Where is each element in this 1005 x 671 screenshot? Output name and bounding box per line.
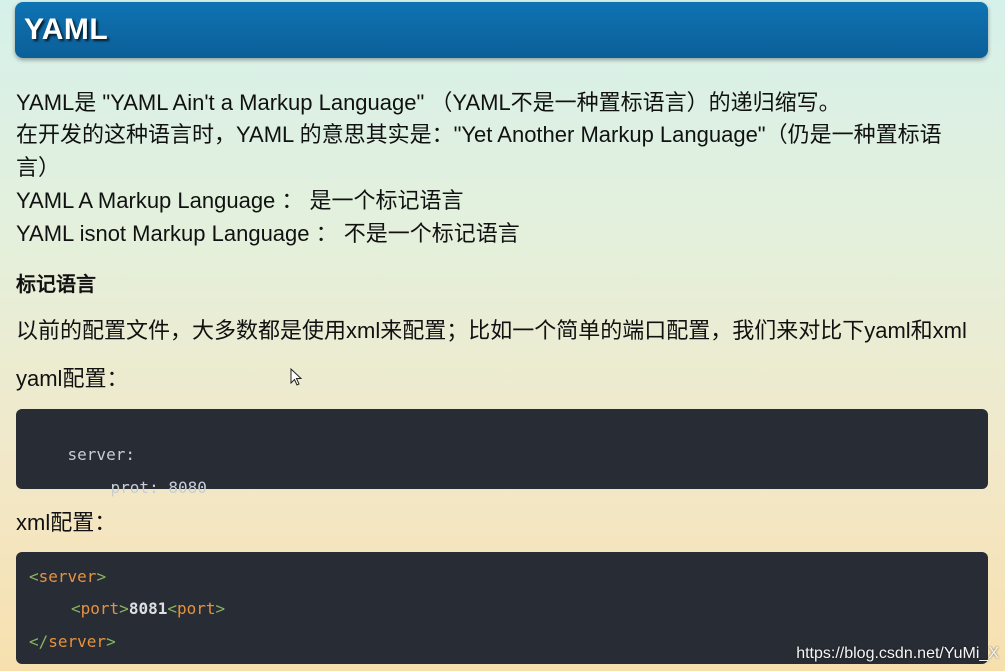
yaml-label: yaml配置： bbox=[16, 366, 129, 391]
yaml-value-port: 8080 bbox=[168, 478, 207, 497]
text-line-4: YAML A Markup Language ： 是一个标记语言 bbox=[16, 188, 464, 213]
xml-bracket: < bbox=[71, 599, 81, 618]
intro-text: 以前的配置文件，大多数都是使用xml来配置；比如一个简单的端口配置，我们来对比下… bbox=[16, 318, 967, 343]
xml-code-line-2: <port>8081<port> bbox=[71, 598, 225, 620]
slide-title: YAML bbox=[24, 13, 109, 46]
xml-tag-server-close: server bbox=[48, 632, 107, 651]
xml-tag-port-close: port bbox=[176, 599, 216, 618]
yaml-key-prot: prot: bbox=[110, 478, 159, 497]
xml-bracket: </ bbox=[29, 632, 49, 651]
xml-bracket: < bbox=[167, 599, 177, 618]
text-line-1: YAML是 "YAML Ain't a Markup Language" （YA… bbox=[16, 90, 841, 115]
section-heading: 标记语言 bbox=[16, 274, 96, 296]
text-line-5: YAML isnot Markup Language ： 不是一个标记语言 bbox=[16, 221, 520, 246]
xml-bracket: < bbox=[29, 567, 39, 586]
xml-code-line-1: <server> bbox=[29, 566, 106, 588]
xml-port-value: 8081 bbox=[128, 599, 168, 618]
yaml-code-block: server: prot: 8080 bbox=[16, 409, 988, 497]
xml-bracket: > bbox=[106, 632, 116, 651]
xml-label: xml配置： bbox=[16, 510, 117, 535]
watermark-url: https://blog.csdn.net/YuMi_X bbox=[796, 645, 999, 662]
xml-tag-port-open: port bbox=[80, 599, 120, 618]
title-bar: YAML bbox=[15, 2, 988, 58]
xml-bracket: > bbox=[215, 599, 226, 618]
text-line-2: 在开发的这种语言时，YAML 的意思其实是："Yet Another Marku… bbox=[16, 122, 942, 147]
xml-tag-server-open: server bbox=[38, 567, 97, 586]
xml-bracket: > bbox=[96, 567, 107, 586]
text-line-3: 言） bbox=[16, 155, 61, 180]
mouse-pointer-icon bbox=[290, 368, 302, 386]
xml-code-line-3: </server> bbox=[29, 631, 116, 653]
xml-bracket: > bbox=[119, 599, 129, 618]
